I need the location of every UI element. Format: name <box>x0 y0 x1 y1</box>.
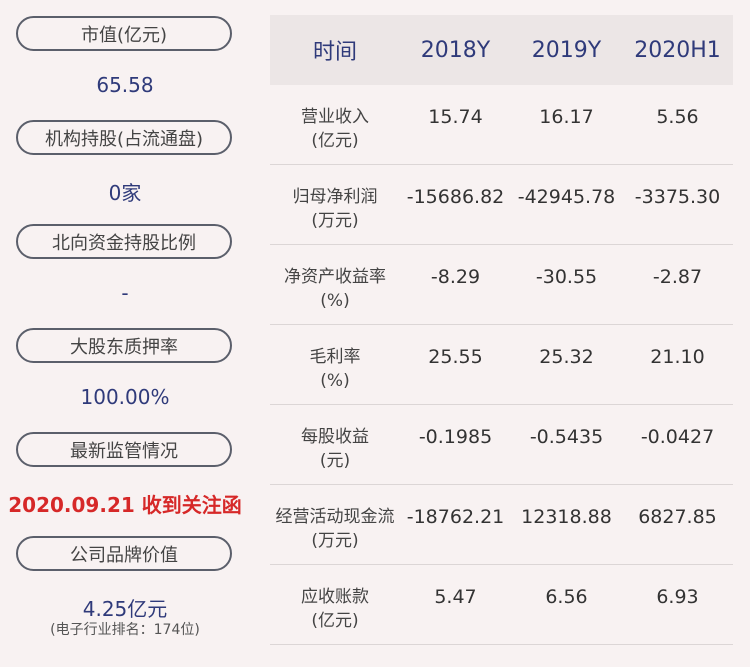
cell-value: -18762.21 <box>406 506 505 528</box>
brand-value-rank-note: (电子行业排名：174位) <box>50 622 200 638</box>
pledge-rate-label: 大股东质押率 <box>16 328 232 363</box>
brand-value-value: 4.25亿元 <box>82 597 168 621</box>
row-label: 每股收益 (元) <box>301 427 369 471</box>
table-row: 营业收入 (亿元) 15.74 16.17 5.56 <box>270 85 733 165</box>
cell-value: 15.74 <box>428 106 483 128</box>
cell-value: -2.87 <box>652 266 703 288</box>
table-row: 每股收益 (元) -0.1985 -0.5435 -0.0427 <box>270 405 733 485</box>
regulatory-status-value: 2020.09.21 收到关注函 <box>8 493 242 517</box>
table-row: 毛利率 (%) 25.55 25.32 21.10 <box>270 325 733 405</box>
northbound-ratio-label: 北向资金持股比例 <box>16 224 232 259</box>
row-label: 净资产收益率 (%) <box>284 267 386 311</box>
northbound-ratio-value: - <box>121 281 129 305</box>
cell-value: 5.47 <box>434 586 477 608</box>
cell-value: -0.0427 <box>640 426 715 448</box>
cell-value: 6.56 <box>545 586 588 608</box>
institutional-holding-label: 机构持股(占流通盘) <box>16 120 232 155</box>
cell-value: -42945.78 <box>517 186 616 208</box>
cell-value: 25.32 <box>539 346 594 368</box>
cell-value: -8.29 <box>430 266 481 288</box>
table-row: 经营活动现金流 (万元) -18762.21 12318.88 6827.85 <box>270 485 733 565</box>
row-label: 营业收入 (亿元) <box>301 107 369 151</box>
market-cap-label: 市值(亿元) <box>16 16 232 51</box>
header-2018y: 2018Y <box>420 37 491 63</box>
table-row: 应收账款 (亿元) 5.47 6.56 6.93 <box>270 565 733 645</box>
cell-value: 12318.88 <box>521 506 612 528</box>
cell-value: 21.10 <box>650 346 705 368</box>
header-2020h1: 2020H1 <box>634 37 721 63</box>
cell-value: 6.93 <box>656 586 699 608</box>
pledge-rate-value: 100.00% <box>80 385 170 409</box>
market-cap-value: 65.58 <box>96 73 154 97</box>
brand-value-label: 公司品牌价值 <box>16 536 232 571</box>
header-period: 时间 <box>312 40 357 65</box>
row-label: 经营活动现金流 (万元) <box>275 507 395 551</box>
regulatory-status-label: 最新监管情况 <box>16 432 232 467</box>
table-header: 时间 2018Y 2019Y 2020H1 <box>270 15 733 85</box>
cell-value: -15686.82 <box>406 186 505 208</box>
cell-value: 16.17 <box>539 106 594 128</box>
cell-value: -3375.30 <box>634 186 721 208</box>
table-row: 净资产收益率 (%) -8.29 -30.55 -2.87 <box>270 245 733 325</box>
left-panel: 市值(亿元) 65.58 机构持股(占流通盘) 0家 北向资金持股比例 - 大股… <box>0 0 250 667</box>
cell-value: -0.1985 <box>418 426 493 448</box>
institutional-holding-value: 0家 <box>108 181 142 205</box>
cell-value: 25.55 <box>428 346 483 368</box>
row-label: 应收账款 (亿元) <box>301 587 369 631</box>
cell-value: 5.56 <box>656 106 699 128</box>
table-row: 归母净利润 (万元) -15686.82 -42945.78 -3375.30 <box>270 165 733 245</box>
cell-value: 6827.85 <box>638 506 717 528</box>
row-label: 毛利率 (%) <box>309 347 361 391</box>
financial-table: 时间 2018Y 2019Y 2020H1 营业收入 (亿元) 15.74 16.… <box>270 15 733 645</box>
header-2019y: 2019Y <box>531 37 602 63</box>
cell-value: -30.55 <box>535 266 598 288</box>
row-label: 归母净利润 (万元) <box>292 187 378 231</box>
cell-value: -0.5435 <box>529 426 604 448</box>
